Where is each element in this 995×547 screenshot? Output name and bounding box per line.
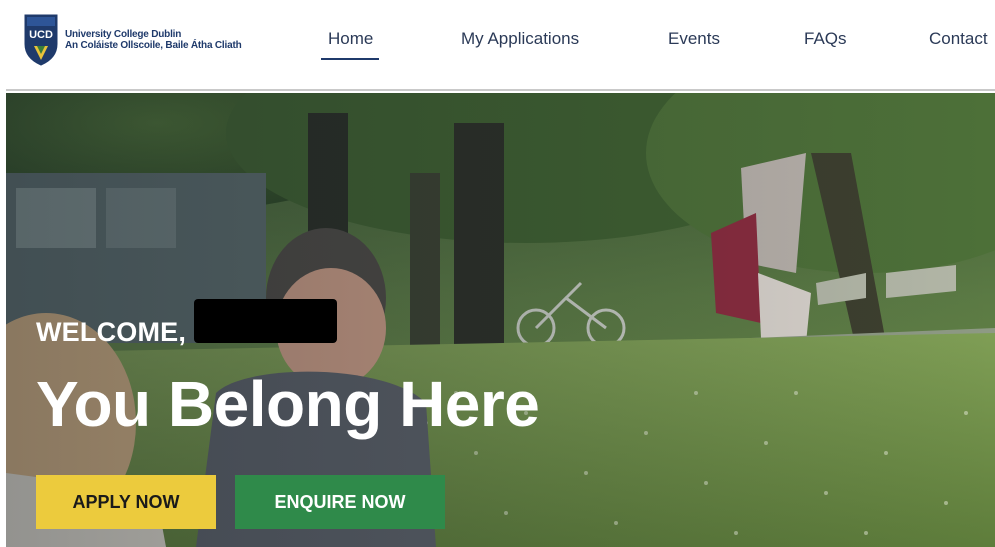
brand-name-ga: An Coláiste Ollscoile, Baile Átha Cliath — [65, 40, 242, 51]
site-header: UCD University College Dublin An Coláist… — [6, 0, 995, 91]
ucd-logo[interactable]: UCD University College Dublin An Coláist… — [24, 14, 242, 66]
nav-item-faqs[interactable]: FAQs — [804, 28, 847, 62]
nav-item-home[interactable]: Home — [320, 28, 380, 62]
ucd-crest-icon: UCD — [24, 14, 58, 66]
nav-item-contact[interactable]: Contact — [929, 28, 988, 62]
hero-headline: You Belong Here — [36, 368, 540, 440]
welcome-message: WELCOME, — [36, 317, 187, 347]
nav-item-events[interactable]: Events — [668, 28, 720, 62]
nav-item-my-applications[interactable]: My Applications — [461, 28, 579, 62]
apply-now-button[interactable]: APPLY NOW — [36, 475, 216, 529]
enquire-now-button[interactable]: ENQUIRE NOW — [235, 475, 445, 529]
brand-name-en: University College Dublin — [65, 29, 182, 40]
page: UCD University College Dublin An Coláist… — [0, 0, 995, 547]
hero-banner: WELCOME, You Belong Here APPLY NOW ENQUI… — [6, 93, 995, 547]
redacted-user-name — [194, 299, 337, 343]
crest-letters: UCD — [29, 29, 53, 41]
